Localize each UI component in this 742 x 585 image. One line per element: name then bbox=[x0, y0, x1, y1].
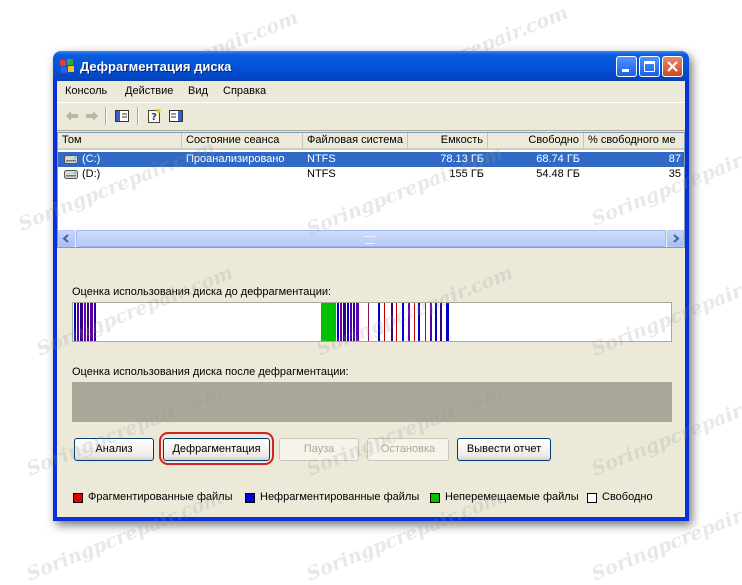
column-header-status[interactable]: Состояние сеанса bbox=[182, 133, 303, 148]
legend-swatch-red bbox=[73, 493, 83, 503]
table-row-d[interactable]: (D:) NTFS 155 ГБ 54.48 ГБ 35 bbox=[58, 167, 684, 182]
column-header-free[interactable]: Свободно bbox=[488, 133, 584, 148]
chevron-left-icon bbox=[62, 234, 69, 243]
menu-action[interactable]: Действие bbox=[125, 85, 173, 97]
hard-drive-icon bbox=[64, 170, 78, 179]
column-header-volume[interactable]: Том bbox=[58, 133, 182, 148]
minimize-button[interactable] bbox=[616, 56, 637, 77]
cell-status bbox=[182, 167, 303, 182]
chevron-right-icon bbox=[673, 234, 680, 243]
cell-filesystem: NTFS bbox=[307, 168, 336, 180]
window-title: Дефрагментация диска bbox=[80, 59, 232, 74]
cell-free: 54.48 ГБ bbox=[536, 168, 580, 180]
scroll-right-button[interactable] bbox=[667, 230, 684, 247]
toolbar-separator bbox=[137, 107, 139, 125]
toolbar: ? bbox=[57, 102, 685, 131]
column-header-filesystem[interactable]: Файловая система bbox=[303, 133, 408, 148]
highlight-ring bbox=[159, 432, 274, 465]
cell-free: 68.74 ГБ bbox=[536, 153, 580, 165]
window-client-area: Консоль Действие Вид Справка ? Том Состо… bbox=[57, 81, 685, 517]
legend-swatch-blue bbox=[245, 493, 255, 503]
close-icon bbox=[667, 61, 678, 72]
minimize-icon bbox=[622, 69, 629, 72]
forward-arrow-icon[interactable] bbox=[83, 107, 101, 125]
menu-view[interactable]: Вид bbox=[188, 85, 208, 97]
list-header: Том Состояние сеанса Файловая система Ем… bbox=[58, 133, 684, 150]
analyze-button[interactable]: Анализ bbox=[74, 438, 154, 461]
help-icon[interactable]: ? bbox=[145, 107, 163, 125]
cell-free-percent: 35 bbox=[668, 168, 681, 180]
hard-drive-icon bbox=[64, 155, 78, 164]
legend-swatch-white bbox=[587, 493, 597, 503]
toolbar-separator bbox=[105, 107, 107, 125]
cell-filesystem: NTFS bbox=[307, 153, 336, 165]
svg-text:?: ? bbox=[151, 112, 157, 123]
cell-status: Проанализировано bbox=[186, 153, 285, 165]
horizontal-scrollbar[interactable] bbox=[58, 230, 684, 247]
defrag-app-icon bbox=[60, 59, 74, 73]
title-bar[interactable]: Дефрагментация диска bbox=[53, 51, 689, 81]
stop-button[interactable]: Остановка bbox=[367, 438, 449, 461]
cell-volume: (C:) bbox=[82, 153, 101, 165]
show-action-pane-icon[interactable] bbox=[167, 107, 185, 125]
pause-button[interactable]: Пауза bbox=[279, 438, 359, 461]
legend-label: Неперемещаемые файлы bbox=[445, 491, 579, 503]
column-header-free-percent[interactable]: % свободного ме bbox=[584, 133, 684, 148]
defrag-window: Дефрагментация диска Консоль Действие Ви… bbox=[53, 51, 689, 521]
column-header-capacity[interactable]: Емкость bbox=[408, 133, 488, 148]
scroll-thumb[interactable] bbox=[76, 230, 666, 247]
legend-swatch-green bbox=[430, 493, 440, 503]
close-button[interactable] bbox=[662, 56, 683, 77]
legend-label: Нефрагментированные файлы bbox=[260, 491, 420, 503]
back-arrow-icon[interactable] bbox=[63, 107, 81, 125]
before-analysis-label: Оценка использования диска до дефрагмент… bbox=[72, 286, 332, 298]
menu-help[interactable]: Справка bbox=[223, 85, 266, 97]
after-analysis-label: Оценка использования диска после дефрагм… bbox=[72, 366, 349, 378]
cell-volume: (D:) bbox=[82, 168, 101, 180]
volume-list: Том Состояние сеанса Файловая система Ем… bbox=[57, 132, 685, 248]
legend-label: Фрагментированные файлы bbox=[88, 491, 233, 503]
scroll-left-button[interactable] bbox=[58, 230, 75, 247]
cell-capacity: 78.13 ГБ bbox=[440, 153, 484, 165]
cell-capacity: 155 ГБ bbox=[449, 168, 484, 180]
maximize-icon bbox=[644, 61, 655, 72]
before-defrag-map bbox=[72, 302, 672, 342]
show-hide-tree-icon[interactable] bbox=[113, 107, 131, 125]
view-report-button[interactable]: Вывести отчет bbox=[457, 438, 551, 461]
legend-label: Свободно bbox=[602, 491, 653, 503]
cell-free-percent: 87 bbox=[668, 153, 681, 165]
menu-bar: Консоль Действие Вид Справка bbox=[57, 81, 685, 101]
disk-usage-map bbox=[74, 303, 449, 341]
maximize-button[interactable] bbox=[639, 56, 660, 77]
after-defrag-map bbox=[72, 382, 672, 422]
menu-console[interactable]: Консоль bbox=[65, 85, 107, 97]
table-row-c[interactable]: (C:) Проанализировано NTFS 78.13 ГБ 68.7… bbox=[58, 152, 684, 167]
